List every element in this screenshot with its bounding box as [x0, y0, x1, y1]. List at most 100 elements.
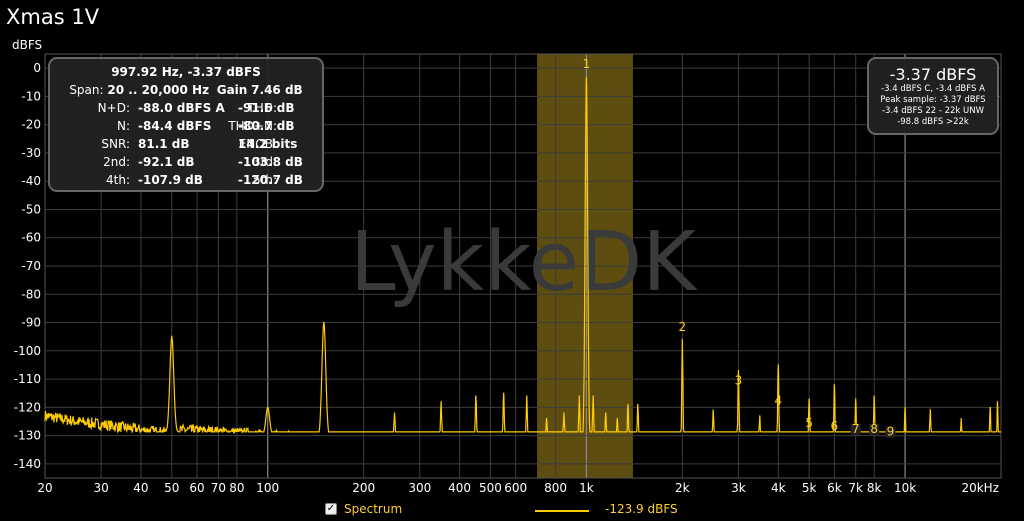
x-tick-label: 800: [544, 481, 567, 495]
x-tick-label: 300: [408, 481, 431, 495]
y-tick-label: -130: [14, 429, 41, 443]
x-tick-label: 3k: [731, 481, 746, 495]
legend-bar: [0, 500, 1024, 521]
spectrum-peak-point: [712, 409, 714, 411]
legend-value: -123.9 dBFS: [605, 502, 678, 516]
harmonic-marker-9: 9: [887, 425, 895, 439]
spectrum-peak-point: [637, 403, 639, 406]
x-tick-label: 30: [93, 481, 108, 495]
peak-detail-4: -98.8 dBFS >22k: [897, 117, 969, 127]
span-value: 20 .. 20,000 Hz: [107, 83, 210, 97]
spectrum-peak-point: [833, 384, 835, 386]
spectrum-checkbox-label[interactable]: Spectrum: [344, 502, 402, 516]
harmonic-marker-5: 5: [805, 416, 813, 430]
spectrum-peak-point: [627, 403, 629, 406]
x-tick-label: 80: [229, 481, 244, 495]
stats-panel: 997.92 Hz, -3.37 dBFS Span: 20 .. 20,000…: [48, 57, 324, 192]
y-tick-label: -70: [21, 259, 41, 273]
spectrum-peak-point: [267, 406, 269, 408]
x-tick-label: 100: [256, 481, 279, 495]
x-tick-label: 200: [352, 481, 375, 495]
spectrum-peak-point: [681, 338, 683, 341]
y-tick-label: -140: [14, 457, 41, 471]
peak-level-panel: -3.37 dBFS -3.4 dBFS C, -3.4 dBFS A Peak…: [867, 57, 999, 135]
stat-value: 14.2 bits: [238, 137, 298, 151]
y-tick-label: -60: [21, 231, 41, 245]
peak-detail-2: Peak sample: -3.37 dBFS: [880, 95, 986, 105]
gain-value: 7.46 dB: [251, 83, 303, 97]
y-tick-label: -120: [14, 400, 41, 414]
stat-label: SNR:: [101, 137, 130, 151]
y-tick-label: -80: [21, 287, 41, 301]
x-tick-label: 1k: [579, 481, 594, 495]
peak-level-value: -3.37 dBFS: [889, 65, 977, 84]
spectrum-peak-point: [960, 418, 962, 420]
stat-label: 2nd:: [103, 155, 130, 169]
spectrum-peak-point: [855, 398, 857, 400]
x-tick-label: 500: [479, 481, 502, 495]
x-tick-label: 8k: [867, 481, 882, 495]
spectrum-peak-point: [592, 395, 594, 397]
spectrum-peak-point: [605, 412, 607, 414]
spectrum-peak-point: [440, 401, 442, 403]
y-tick-label: 0: [33, 61, 41, 75]
stat-label: N:: [116, 119, 130, 133]
x-tick-label: 70: [211, 481, 226, 495]
spectrum-peak-point: [545, 418, 548, 420]
spectrum-peak-point: [323, 321, 325, 324]
stat-value: -103.8 dB: [238, 155, 303, 169]
x-tick-label: 20kHz: [961, 481, 999, 495]
spectrum-checkbox[interactable]: ✓: [325, 503, 337, 515]
x-tick-label: 400: [448, 481, 471, 495]
spectrum-peak-point: [759, 415, 761, 417]
y-tick-label: -100: [14, 344, 41, 358]
x-tick-label: 20: [37, 481, 52, 495]
y-tick-label: -110: [14, 372, 41, 386]
harmonic-marker-3: 3: [735, 374, 743, 388]
x-tick-label: 40: [133, 481, 148, 495]
harmonic-marker-1: 1: [583, 57, 591, 71]
peak-detail-3: -3.4 dBFS 22 - 22k UNW: [881, 106, 985, 116]
harmonic-marker-6: 6: [831, 419, 839, 433]
spectrum-peak-point: [873, 395, 875, 397]
harmonic-marker-4: 4: [774, 394, 782, 408]
y-tick-label: -10: [21, 89, 41, 103]
stat-value: -91.6 dB: [238, 101, 295, 115]
spectrum-peak-point: [578, 395, 580, 397]
span-label: Span:: [69, 83, 104, 97]
y-axis-label: dBFS: [12, 38, 42, 52]
spectrum-peak-point: [929, 409, 931, 411]
watermark: LykkeDK: [350, 215, 698, 310]
stat-label: 4th:: [106, 173, 130, 187]
x-tick-label: 50: [164, 481, 179, 495]
x-tick-label: 6k: [827, 481, 842, 495]
spectrum-peak-point: [563, 412, 565, 414]
x-tick-label: 600: [504, 481, 527, 495]
spectrum-peak-point: [989, 406, 991, 408]
x-tick-label: 7k: [848, 481, 863, 495]
y-tick-label: -50: [21, 202, 41, 216]
y-tick-label: -40: [21, 174, 41, 188]
x-tick-label: 10k: [894, 481, 916, 495]
stat-value: 81.1 dB: [138, 137, 190, 151]
y-tick-label: -30: [21, 146, 41, 160]
spectrum-peak-point: [904, 406, 906, 408]
spectrum-peak-point: [777, 364, 779, 366]
stat-value: -84.4 dBFS: [138, 119, 212, 133]
spectrum-peak-point: [737, 369, 740, 372]
stat-value: -92.1 dB: [138, 155, 195, 169]
x-tick-label: 5k: [802, 481, 817, 495]
x-tick-label: 4k: [771, 481, 786, 495]
spectrum-peak-point: [616, 418, 618, 420]
stat-value: -80.7 dB: [238, 119, 295, 133]
spectrum-peak-point: [393, 412, 396, 414]
x-tick-label: 2k: [675, 481, 690, 495]
spectrum-peak-point: [526, 395, 528, 397]
harmonic-marker-7: 7: [852, 422, 860, 436]
x-tick-label: 60: [189, 481, 204, 495]
stat-value: -107.9 dB: [138, 173, 203, 187]
stats-header: 997.92 Hz, -3.37 dBFS: [111, 65, 261, 79]
y-tick-label: -90: [21, 316, 41, 330]
stat-value: -120.7 dB: [238, 173, 303, 187]
spectrum-peak-point: [475, 395, 477, 397]
